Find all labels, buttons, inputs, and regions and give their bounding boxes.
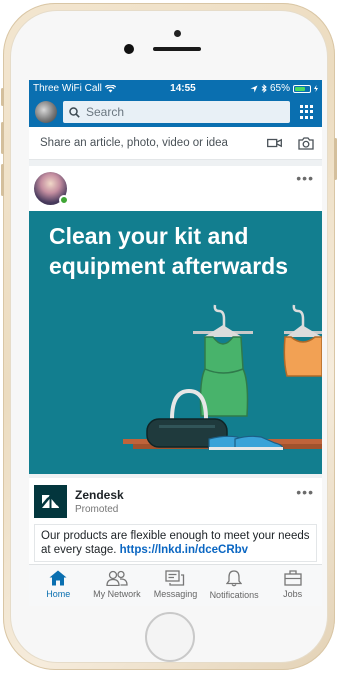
mute-switch <box>1 88 4 106</box>
search-placeholder: Search <box>86 105 125 119</box>
front-camera <box>124 44 134 54</box>
tab-jobs[interactable]: Jobs <box>263 565 322 606</box>
bell-icon <box>226 570 243 587</box>
carrier-label: Three WiFi Call <box>33 83 102 94</box>
status-bar: Three WiFi Call 14:55 65% <box>29 80 322 97</box>
zendesk-logo-mark <box>42 495 59 508</box>
home-icon <box>49 570 67 586</box>
bottom-tab-bar: Home My Network Messaging Notifications … <box>29 564 322 606</box>
zendesk-logo[interactable] <box>34 485 67 518</box>
home-button[interactable] <box>145 612 195 662</box>
online-status-badge <box>59 195 69 205</box>
tab-my-network[interactable]: My Network <box>88 565 147 606</box>
company-name[interactable]: Zendesk <box>75 488 124 502</box>
post-image[interactable]: Clean your kit and equipment afterwards <box>29 211 322 474</box>
briefcase-icon <box>284 570 302 586</box>
tab-label: Home <box>46 589 71 599</box>
messaging-icon <box>165 570 185 586</box>
promoted-label: Promoted <box>75 504 119 515</box>
tab-messaging[interactable]: Messaging <box>146 565 205 606</box>
share-box[interactable]: Share an article, photo, video or idea <box>29 127 322 160</box>
camera-icon[interactable] <box>298 136 314 150</box>
earpiece-speaker <box>153 47 201 51</box>
power-button <box>334 138 337 180</box>
wifi-icon <box>104 84 116 92</box>
proximity-sensor <box>174 30 181 37</box>
ad-more-options-icon[interactable]: ••• <box>296 484 314 500</box>
battery-percent: 65% <box>269 83 290 94</box>
tab-notifications[interactable]: Notifications <box>205 565 264 606</box>
volume-up-button <box>1 122 4 154</box>
tab-label: Notifications <box>209 590 259 600</box>
status-time: 14:55 <box>170 83 196 94</box>
battery-fill <box>295 86 306 91</box>
ad-text: Our products are flexible enough to meet… <box>34 524 317 562</box>
apps-grid-icon[interactable] <box>300 105 314 119</box>
profile-avatar[interactable] <box>35 101 57 123</box>
search-icon <box>69 106 80 118</box>
volume-down-button <box>1 164 4 196</box>
feed-post: ••• Clean your kit and equipment afterwa… <box>29 166 322 474</box>
ad-link[interactable]: https://lnkd.in/dceCRbv <box>120 544 248 556</box>
location-icon <box>250 85 258 92</box>
more-options-icon[interactable]: ••• <box>296 170 314 186</box>
tab-label: My Network <box>93 589 141 599</box>
post-header: ••• <box>29 166 322 211</box>
share-prompt: Share an article, photo, video or idea <box>40 137 228 149</box>
charging-icon <box>314 85 318 92</box>
app-screen: Three WiFi Call 14:55 65% Search Share a… <box>29 80 322 606</box>
battery-icon <box>293 84 311 93</box>
tab-label: Messaging <box>153 589 198 599</box>
video-camera-icon[interactable] <box>267 138 282 148</box>
tab-label: Jobs <box>283 589 303 599</box>
search-input[interactable]: Search <box>63 101 290 123</box>
tab-home[interactable]: Home <box>29 565 88 606</box>
gym-kit-illustration <box>123 304 322 450</box>
top-bar: Search <box>29 97 322 127</box>
network-icon <box>106 570 128 586</box>
bluetooth-icon <box>261 84 267 93</box>
